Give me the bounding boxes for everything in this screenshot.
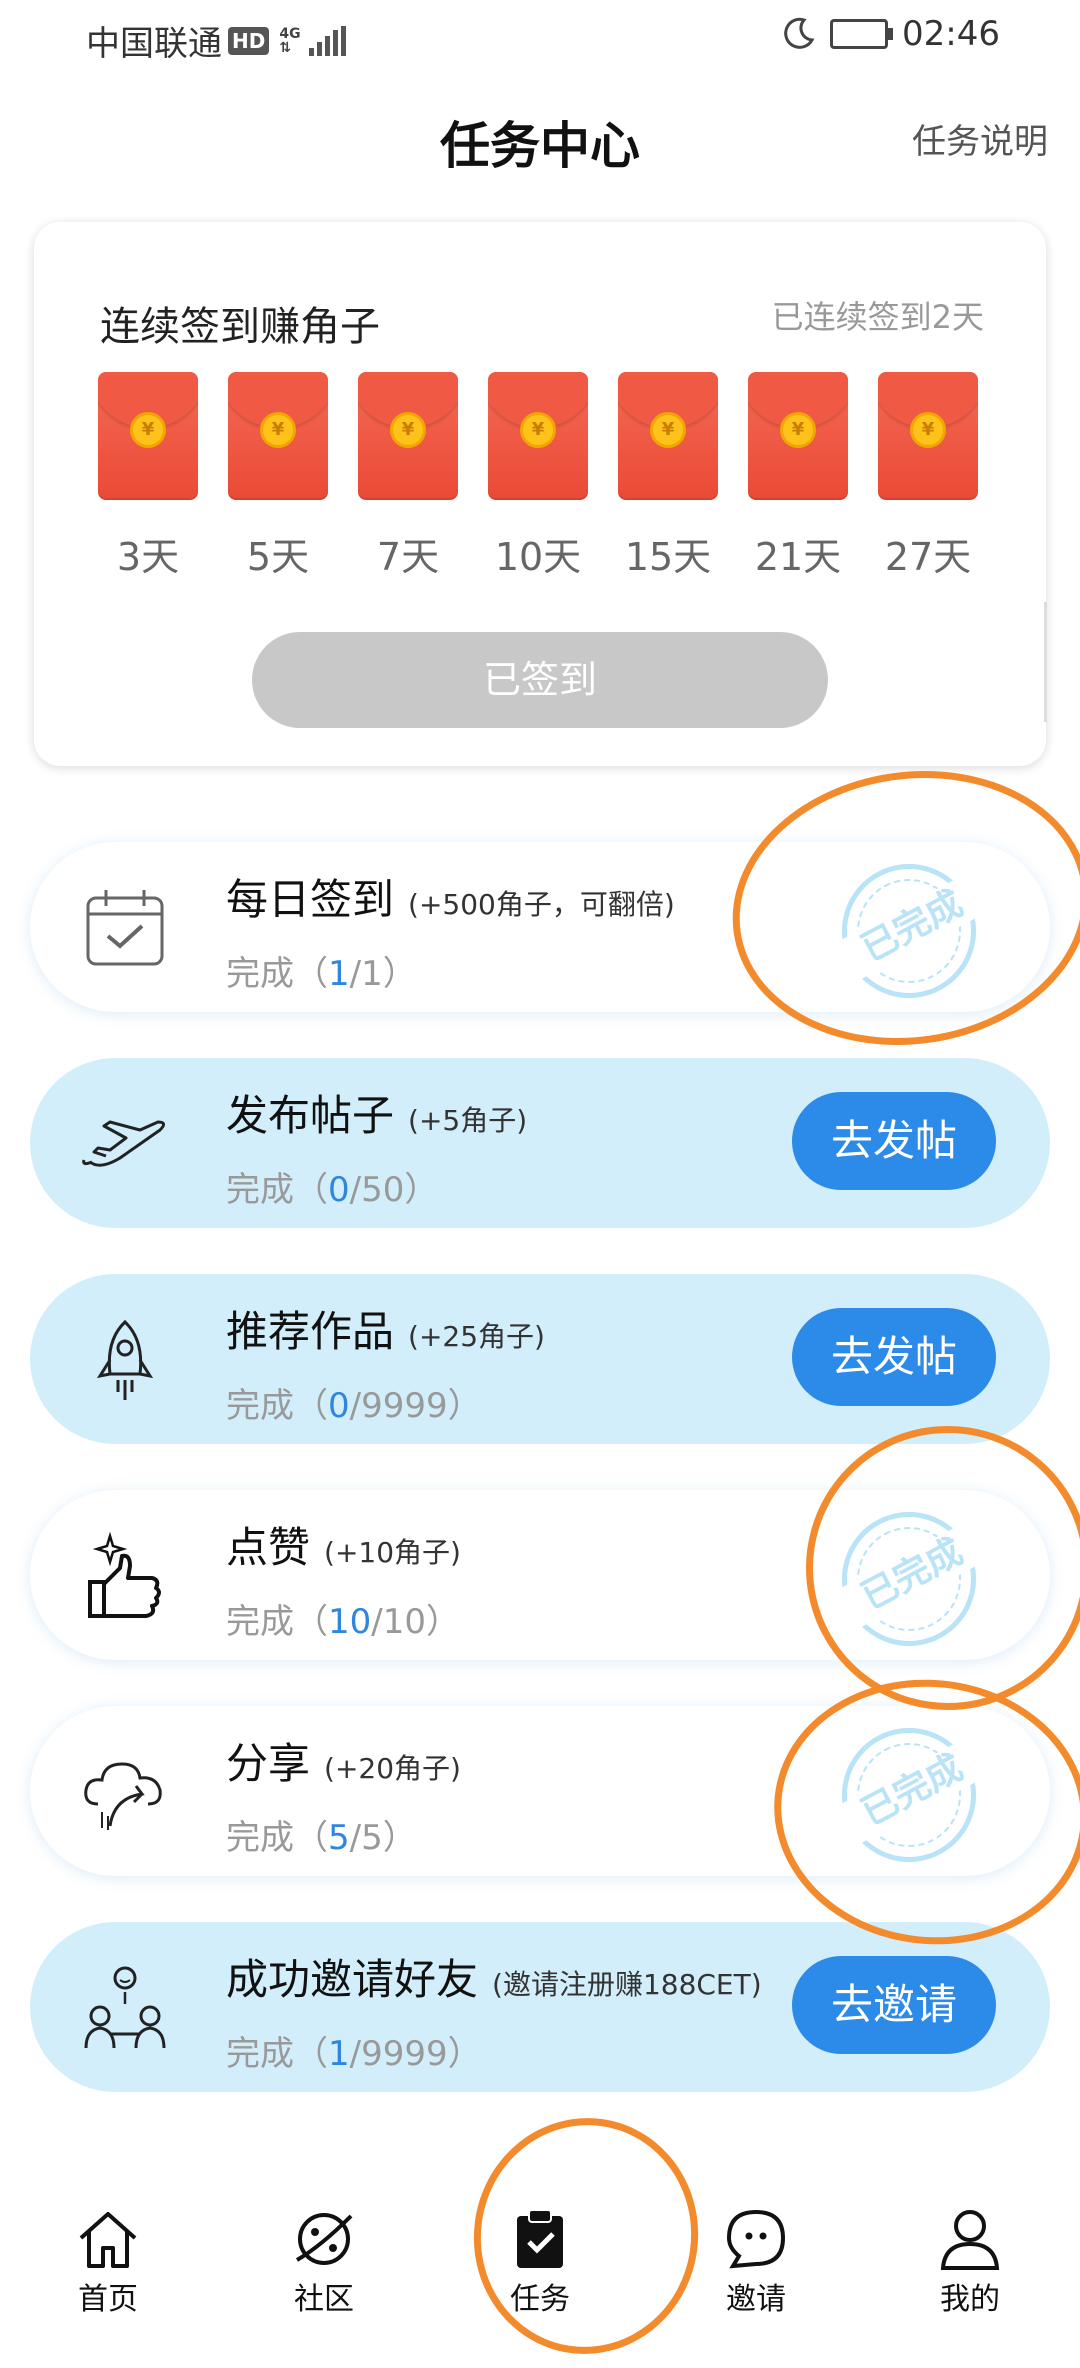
task-invite-friend: 成功邀请好友 (邀请注册赚188CET) 完成（1/9999） 去邀请 <box>30 1922 1050 2092</box>
bottom-tab-bar: 首页 社区 任务 邀请 我的 <box>0 2190 1080 2340</box>
red-envelope-icon: ¥ <box>98 372 198 500</box>
red-envelope-row: ¥3天 ¥5天 ¥7天 ¥10天 ¥15天 ¥21天 ¥27天 <box>98 372 1028 582</box>
coin-icon: ¥ <box>390 412 426 448</box>
chat-bubble-icon <box>726 2209 786 2269</box>
tab-label: 任务 <box>510 2282 570 2317</box>
task-reward: (+500角子，可翻倍) <box>408 888 675 921</box>
tab-label: 邀请 <box>726 2282 786 2317</box>
red-envelope-item: ¥27天 <box>878 372 1008 581</box>
task-recommend-work: 推荐作品 (+25角子) 完成（0/9999） 去发帖 <box>30 1274 1050 1444</box>
streak-day-label: 3天 <box>116 535 180 579</box>
red-envelope-icon: ¥ <box>878 372 978 500</box>
task-reward: (邀请注册赚188CET) <box>492 1968 762 2001</box>
people-invite-icon <box>84 1966 166 2049</box>
hd-icon: HD <box>228 26 270 55</box>
task-title: 推荐作品 (+25角子) <box>226 1307 545 1356</box>
task-progress: 完成（10/10） <box>226 1602 460 1642</box>
task-progress: 完成（5/5） <box>226 1818 417 1858</box>
clock: 02:46 <box>902 14 1000 54</box>
streak-day-label: 15天 <box>624 535 712 579</box>
calendar-check-icon <box>86 890 164 966</box>
streak-day-label: 27天 <box>884 535 972 579</box>
streak-day-label: 5天 <box>246 535 310 579</box>
tab-home[interactable]: 首页 <box>38 2206 178 2318</box>
carrier-name: 中国联通 <box>86 24 222 64</box>
tab-community[interactable]: 社区 <box>254 2206 394 2318</box>
moon-icon <box>784 17 815 49</box>
task-publish-post: 发布帖子 (+5角子) 完成（0/50） 去发帖 <box>30 1058 1050 1228</box>
tab-label: 首页 <box>78 2282 138 2317</box>
coin-icon: ¥ <box>780 412 816 448</box>
coin-icon: ¥ <box>910 412 946 448</box>
battery-icon <box>830 19 894 49</box>
red-envelope-item: ¥7天 <box>358 372 488 581</box>
task-progress: 完成（0/9999） <box>226 1386 482 1426</box>
task-progress: 完成（1/1） <box>226 954 417 994</box>
person-icon <box>940 2210 1000 2270</box>
red-envelope-item: ¥5天 <box>228 372 358 581</box>
task-reward: (+20角子) <box>324 1752 461 1785</box>
coin-icon: ¥ <box>650 412 686 448</box>
carrier-info: 中国联通 HD 4G ⇅ <box>86 16 346 65</box>
header: 任务中心 任务说明 <box>0 100 1080 180</box>
network-type-icon: 4G ⇅ <box>279 25 301 56</box>
signal-icon <box>308 25 346 56</box>
task-progress: 完成（0/50） <box>226 1170 439 1210</box>
tab-invite[interactable]: 邀请 <box>686 2206 826 2318</box>
red-envelope-icon: ¥ <box>618 372 718 500</box>
go-post-button[interactable]: 去发帖 <box>792 1308 996 1406</box>
red-envelope-icon: ¥ <box>228 372 328 500</box>
tab-label: 社区 <box>294 2282 354 2317</box>
red-envelope-icon: ¥ <box>488 372 588 500</box>
planet-icon <box>295 2213 353 2265</box>
cloud-share-icon <box>84 1762 162 1830</box>
signin-card: 连续签到赚角子 已连续签到2天 ¥3天 ¥5天 ¥7天 ¥10天 ¥15天 ¥21天 ¥27… <box>34 222 1047 766</box>
clipboard-check-icon <box>517 2209 563 2268</box>
red-envelope-item: ¥21天 <box>748 372 878 581</box>
coin-icon: ¥ <box>260 412 296 448</box>
tab-label: 我的 <box>940 2282 1000 2317</box>
coin-icon: ¥ <box>130 412 166 448</box>
signed-in-button[interactable]: 已签到 <box>252 632 828 728</box>
scroll-divider <box>1044 602 1047 722</box>
task-reward: (+5角子) <box>408 1104 528 1137</box>
go-post-button[interactable]: 去发帖 <box>792 1092 996 1190</box>
red-envelope-icon: ¥ <box>748 372 848 500</box>
red-envelope-item: ¥15天 <box>618 372 748 581</box>
tab-profile[interactable]: 我的 <box>900 2206 1040 2318</box>
rocket-icon <box>96 1319 154 1400</box>
task-progress: 完成（1/9999） <box>226 2034 482 2074</box>
status-bar: 中国联通 HD 4G ⇅ 02:46 <box>0 0 1080 80</box>
thumbs-up-icon <box>88 1532 161 1618</box>
streak-day-label: 7天 <box>376 535 440 579</box>
red-envelope-item: ¥3天 <box>98 372 228 581</box>
signin-title: 连续签到赚角子 <box>100 304 380 350</box>
task-reward: (+10角子) <box>324 1536 461 1569</box>
tab-tasks[interactable]: 任务 <box>470 2206 610 2318</box>
streak-day-label: 21天 <box>754 535 842 579</box>
task-title: 成功邀请好友 (邀请注册赚188CET) <box>226 1955 762 2004</box>
signin-streak-status: 已连续签到2天 <box>771 298 984 336</box>
go-invite-button[interactable]: 去邀请 <box>792 1956 996 2054</box>
annotation-circle <box>714 748 1080 1068</box>
task-title: 每日签到 (+500角子，可翻倍) <box>226 875 675 924</box>
streak-day-label: 10天 <box>494 535 582 579</box>
home-icon <box>79 2212 137 2268</box>
status-right: 02:46 <box>780 14 1000 54</box>
annotation-circle <box>791 1411 1080 1725</box>
red-envelope-icon: ¥ <box>358 372 458 500</box>
task-reward: (+25角子) <box>408 1320 545 1353</box>
coin-icon: ¥ <box>520 412 556 448</box>
airplane-icon <box>82 1120 165 1167</box>
task-title: 发布帖子 (+5角子) <box>226 1091 528 1140</box>
red-envelope-item: ¥10天 <box>488 372 618 581</box>
task-title: 分享 (+20角子) <box>226 1739 461 1788</box>
task-description-link[interactable]: 任务说明 <box>912 114 1048 163</box>
task-title: 点赞 (+10角子) <box>226 1523 461 1572</box>
